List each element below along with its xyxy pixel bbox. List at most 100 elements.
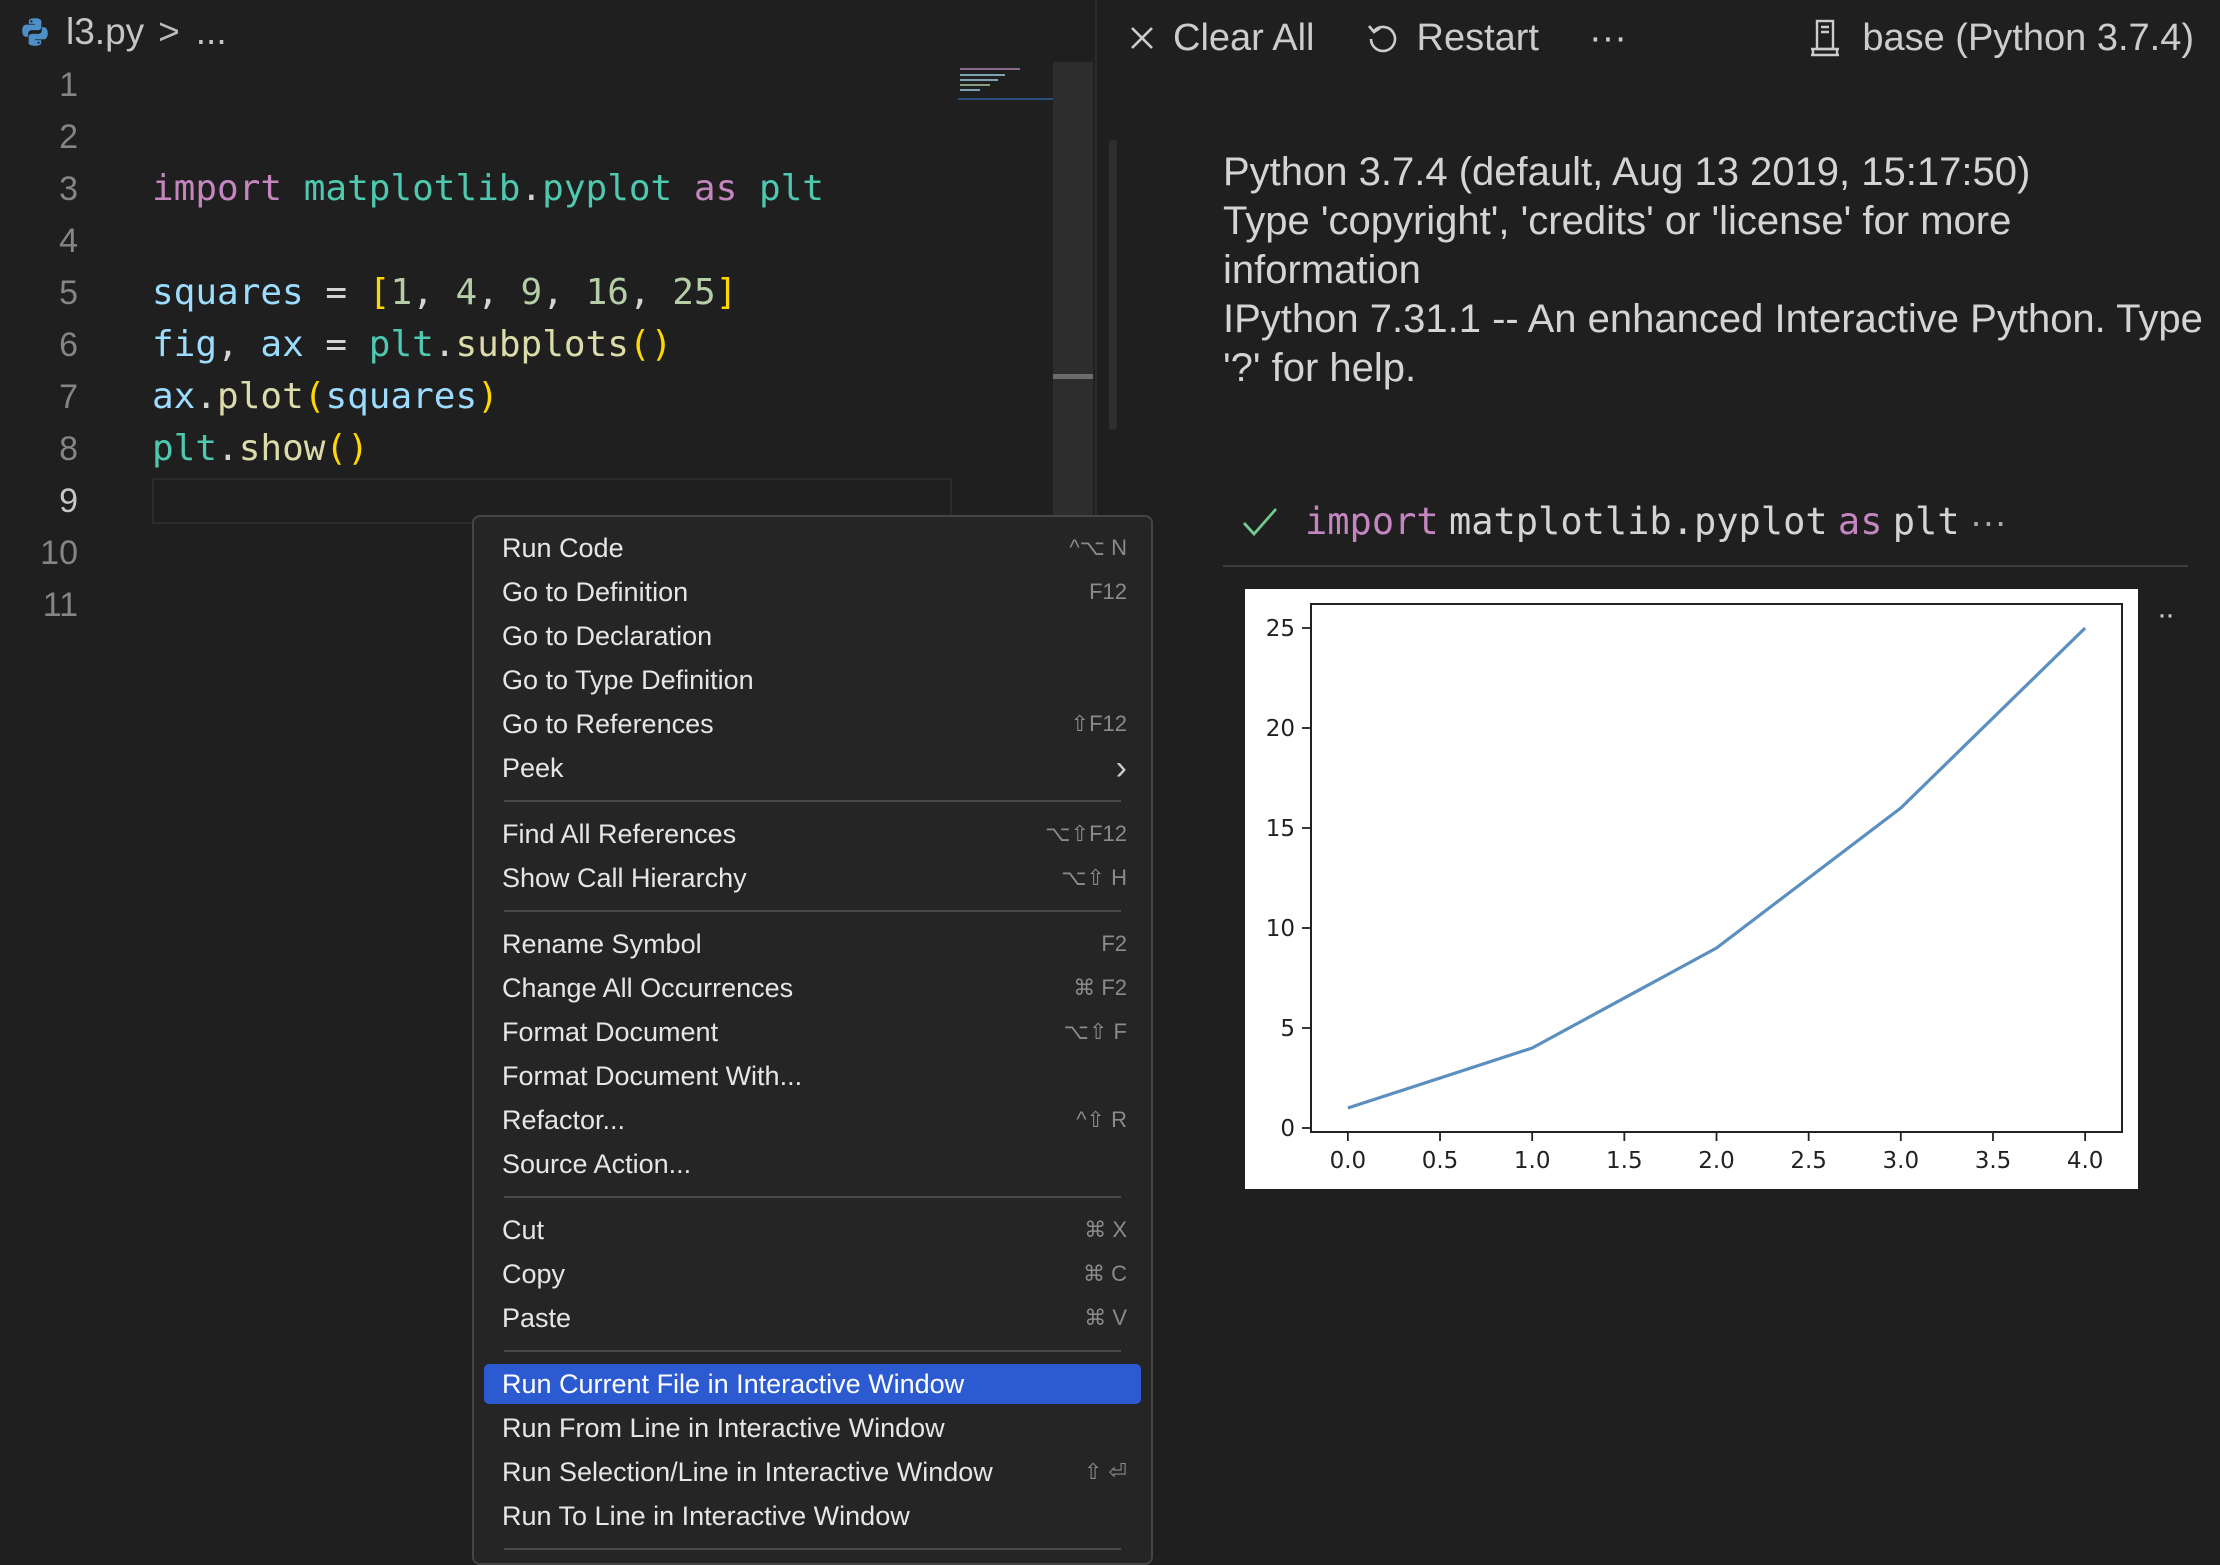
code-token: ( [628,324,651,365]
line-number: 6 [59,326,78,364]
menu-item-label: Run From Line in Interactive Window [502,1412,945,1443]
y-tick-label: 5 [1280,1016,1295,1042]
menu-item-go-to-references[interactable]: Go to References ⇧F12 [484,704,1141,744]
line-number: 11 [42,586,78,624]
code-token: ) [347,428,369,469]
menu-item-shortcut: ⌘ V [1084,1305,1127,1330]
menu-item-go-to-definition[interactable]: Go to Definition F12 [484,572,1141,612]
x-tick-label: 1.5 [1606,1148,1643,1174]
y-tick-label: 10 [1266,916,1295,942]
cell-code-keyword: import [1305,500,1439,543]
restart-button[interactable]: Restart [1365,17,1539,60]
menu-item-label: Run Selection/Line in Interactive Window [502,1456,993,1487]
line-number: 4 [59,222,78,260]
menu-separator [504,1196,1121,1198]
menu-item-label: Format Document [502,1016,719,1047]
restart-label: Restart [1416,16,1539,59]
code-token: 25 [672,272,716,313]
menu-item-shortcut: F12 [1089,579,1127,604]
plot-frame [1310,603,2123,1133]
code-token: ( [303,376,326,417]
menu-item-run-from-line-interactive[interactable]: Run From Line in Interactive Window [484,1408,1141,1448]
clear-all-button[interactable]: Clear All [1127,17,1315,60]
line-number: 8 [59,430,78,468]
menu-item-run-code[interactable]: Run Code ^⌥ N [484,528,1141,568]
menu-item-find-all-references[interactable]: Find All References ⌥⇧F12 [484,814,1141,854]
code-token: [ [368,272,391,313]
line-number: 7 [59,378,78,416]
minimap-viewport[interactable] [958,62,1053,100]
code-token: 9 [520,272,543,313]
menu-item-paste[interactable]: Paste ⌘ V [484,1298,1141,1338]
code-line-8[interactable]: plt.show() [152,428,369,469]
clear-all-label: Clear All [1173,16,1315,59]
menu-item-run-to-line-interactive[interactable]: Run To Line in Interactive Window [484,1496,1141,1536]
menu-item-format-document[interactable]: Format Document ⌥⇧ F [484,1012,1141,1052]
interactive-scrollbar[interactable] [1109,140,1117,430]
code-token: ) [477,376,499,417]
menu-item-change-all-occurrences[interactable]: Change All Occurrences ⌘ F2 [484,968,1141,1008]
code-token: show [238,428,326,469]
cell-code-keyword: as [1837,500,1883,543]
cell-code-module: matplotlib.pyplot [1448,500,1828,543]
breadcrumb-more[interactable]: ... [196,11,227,53]
executed-cell-header[interactable]: import matplotlib.pyplot as plt ··· [1241,500,2007,543]
line-number: 9 [59,482,78,520]
code-token: fig [152,324,218,365]
menu-item-label: Paste [502,1302,572,1333]
menu-item-show-call-hierarchy[interactable]: Show Call Hierarchy ⌥⇧ H [484,858,1141,898]
menu-item-copy[interactable]: Copy ⌘ C [484,1254,1141,1294]
menu-item-rename-symbol[interactable]: Rename Symbol F2 [484,924,1141,964]
y-tick-label: 20 [1266,716,1295,742]
menu-item-cut[interactable]: Cut ⌘ X [484,1210,1141,1250]
breadcrumb-separator: > [158,11,180,52]
chevron-right-icon: › [1115,748,1127,787]
code-token: . [217,428,239,469]
menu-item-run-selection-line-interactive[interactable]: Run Selection/Line in Interactive Window… [484,1452,1141,1492]
code-token: , [217,324,261,365]
menu-item-label: Go to References [502,708,714,739]
code-token: pyplot [542,168,673,209]
menu-item-refactor[interactable]: Refactor... ^⇧ R [484,1100,1141,1140]
menu-item-format-document-with[interactable]: Format Document With... [484,1056,1141,1096]
menu-item-shortcut: ⌘ F2 [1073,975,1127,1000]
menu-item-peek[interactable]: Peek › [484,748,1141,788]
menu-item-run-current-file-interactive[interactable]: Run Current File in Interactive Window [484,1364,1141,1404]
code-token: 4 [455,272,478,313]
code-line-7[interactable]: ax.plot(squares) [152,376,499,417]
code-token: , [412,272,456,313]
cell-expand-ellipsis[interactable]: ··· [1970,501,2007,543]
kernel-picker[interactable]: base (Python 3.7.4) [1808,10,2194,66]
more-icon: ··· [1588,16,1627,59]
menu-item-shortcut: F2 [1101,931,1127,956]
menu-item-label: Change All Occurrences [502,972,794,1003]
menu-item-shortcut: ⇧F12 [1070,711,1127,736]
menu-item-source-action[interactable]: Source Action... [484,1144,1141,1184]
breadcrumb-file[interactable]: l3.py [66,11,144,53]
scrollbar-thumb[interactable] [1053,374,1093,379]
code-token: ax [152,376,196,417]
menu-item-label: Cut [502,1214,545,1245]
menu-item-shortcut: ⌘ C [1083,1261,1127,1286]
code-token: matplotlib [303,168,521,209]
code-line-5[interactable]: squares = [1, 4, 9, 16, 25] [152,272,737,313]
editor-scrollbar[interactable] [1053,62,1093,522]
menu-item-shortcut: ^⌥ N [1069,535,1127,560]
more-actions-button[interactable]: ··· [1589,17,1627,60]
code-token: = [303,272,369,313]
code-line-6[interactable]: fig, ax = plt.subplots() [152,324,672,365]
menu-item-go-to-type-definition[interactable]: Go to Type Definition [484,660,1141,700]
menu-item-shortcut: ⌥⇧ H [1061,865,1127,890]
menu-separator [504,910,1121,912]
code-line-3[interactable]: import matplotlib.pyplot as plt [152,168,824,209]
breadcrumb[interactable]: l3.py > ... [18,8,227,56]
x-tick-label: 0.5 [1422,1148,1459,1174]
menu-item-go-to-declaration[interactable]: Go to Declaration [484,616,1141,656]
line-number: 1 [59,66,78,104]
code-token: = [303,324,369,365]
cell-output-menu[interactable]: ·· [2157,598,2175,632]
menu-item-label: Go to Declaration [502,620,713,651]
x-tick-label: 1.0 [1514,1148,1551,1174]
check-icon [1242,507,1278,536]
line-number: 2 [59,118,78,156]
